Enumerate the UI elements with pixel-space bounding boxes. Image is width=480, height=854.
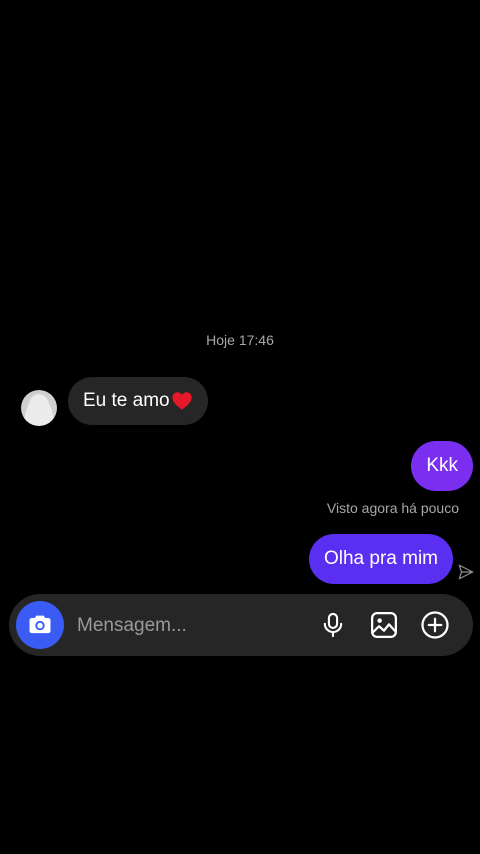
plus-circle-icon — [421, 611, 449, 639]
microphone-icon — [323, 612, 343, 638]
sent-arrow-icon — [458, 564, 474, 580]
gallery-icon — [371, 612, 397, 638]
message-text: Olha pra mim — [323, 548, 438, 569]
message-text: Kkk — [426, 455, 458, 476]
avatar[interactable] — [21, 390, 57, 426]
gallery-button[interactable] — [367, 608, 401, 642]
message-composer — [9, 594, 473, 656]
heart-emoji-icon — [171, 392, 192, 410]
camera-icon — [29, 615, 51, 634]
message-input[interactable] — [75, 610, 299, 642]
message-text: Eu te amo — [83, 390, 170, 411]
seen-status: Visto agora há pouco — [326, 500, 459, 516]
incoming-message-bubble[interactable]: Eu te amo — [68, 377, 208, 425]
date-timestamp: Hoje 17:46 — [206, 332, 274, 348]
outgoing-message-bubble[interactable]: Kkk — [411, 441, 473, 491]
add-button[interactable] — [418, 608, 452, 642]
camera-button[interactable] — [16, 601, 64, 649]
microphone-button[interactable] — [316, 608, 350, 642]
outgoing-message-bubble[interactable]: Olha pra mim — [308, 534, 453, 584]
